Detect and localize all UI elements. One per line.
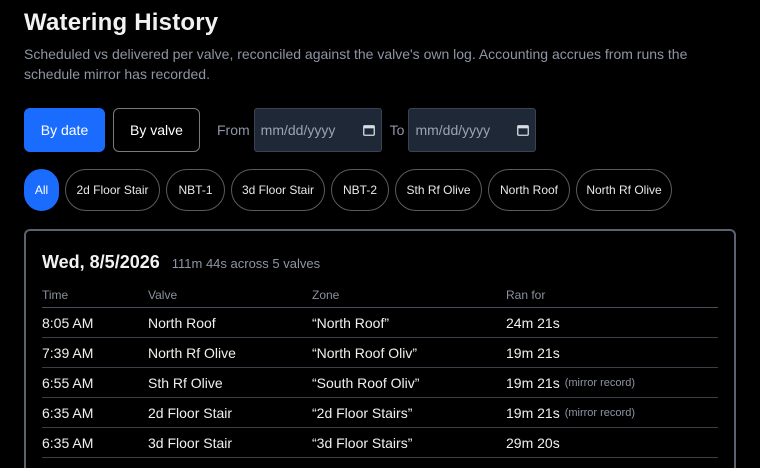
to-label: To [389, 122, 405, 138]
filter-chip-sth-rf-olive[interactable]: Sth Rf Olive [395, 169, 482, 211]
column-header-valve: Valve [148, 288, 178, 302]
day-header: Wed, 8/5/2026 111m 44s across 5 valves [42, 252, 320, 273]
row-time: 6:35 AM [42, 434, 94, 451]
by-date-button[interactable]: By date [24, 108, 105, 152]
page-title: Watering History [24, 9, 219, 36]
row-time: 6:35 AM [42, 404, 94, 421]
from-label: From [217, 122, 250, 138]
row-ran-for: 29m 20s [506, 428, 565, 457]
table-row: 6:35 AM 2d Floor Stair “2d Floor Stairs”… [42, 398, 718, 428]
row-valve: North Roof [148, 314, 216, 331]
row-duration: 24m 21s [506, 314, 560, 331]
row-note: (mirror record) [564, 406, 635, 419]
row-zone: “North Roof Oliv” [312, 344, 418, 361]
row-duration: 19m 21s [506, 404, 560, 421]
watering-table: Time Valve Zone Ran for 8:05 AM North Ro… [42, 283, 718, 458]
valve-filter-chips: All 2d Floor Stair NBT-1 3d Floor Stair … [24, 169, 678, 211]
row-time: 8:05 AM [42, 314, 94, 331]
row-ran-for: 19m 21s [506, 338, 565, 367]
row-duration: 19m 21s [506, 374, 560, 391]
column-header-ran-for: Ran for [506, 288, 546, 302]
row-duration: 19m 21s [506, 344, 560, 361]
column-header-zone: Zone [312, 288, 340, 302]
filter-chip-nbt-1[interactable]: NBT-1 [166, 169, 225, 211]
day-history-card: Wed, 8/5/2026 111m 44s across 5 valves T… [24, 229, 736, 468]
filter-chip-3d-floor-stair[interactable]: 3d Floor Stair [231, 169, 325, 211]
to-date-placeholder: mm/dd/yyyy [415, 122, 491, 138]
from-date-placeholder: mm/dd/yyyy [260, 122, 336, 138]
row-zone: “2d Floor Stairs” [312, 404, 413, 421]
calendar-icon[interactable] [517, 124, 530, 136]
row-ran-for: 19m 21s (mirror record) [506, 398, 635, 427]
row-valve: 3d Floor Stair [148, 434, 233, 451]
row-time: 6:55 AM [42, 374, 94, 391]
filter-chip-north-roof[interactable]: North Roof [488, 169, 570, 211]
to-date-input[interactable]: mm/dd/yyyy [408, 108, 537, 152]
row-time: 7:39 AM [42, 344, 94, 361]
table-row: 7:39 AM North Rf Olive “North Roof Oliv”… [42, 338, 718, 368]
table-row: 6:55 AM Sth Rf Olive “South Roof Oliv” 1… [42, 368, 718, 398]
row-note: (mirror record) [564, 376, 635, 389]
table-row: 8:05 AM North Roof “North Roof” 24m 21s [42, 308, 718, 338]
row-zone: “North Roof” [312, 314, 390, 331]
table-header-row: Time Valve Zone Ran for [42, 283, 718, 308]
row-duration: 29m 20s [506, 434, 560, 451]
day-date: Wed, 8/5/2026 [42, 252, 160, 272]
row-zone: “3d Floor Stairs” [312, 434, 413, 451]
filter-chip-north-rf-olive[interactable]: North Rf Olive [576, 169, 672, 211]
view-controls: By date By valve From mm/dd/yyyy To mm/d… [24, 108, 537, 152]
page-subtitle: Scheduled vs delivered per valve, reconc… [24, 46, 688, 82]
filter-chip-2d-floor-stair[interactable]: 2d Floor Stair [65, 169, 160, 211]
row-valve: North Rf Olive [148, 344, 236, 361]
row-zone: “South Roof Oliv” [312, 374, 420, 391]
row-ran-for: 19m 21s (mirror record) [506, 368, 635, 397]
row-ran-for: 24m 21s [506, 308, 565, 337]
column-header-time: Time [42, 288, 69, 302]
row-valve: Sth Rf Olive [148, 374, 223, 391]
row-valve: 2d Floor Stair [148, 404, 233, 421]
table-row: 6:35 AM 3d Floor Stair “3d Floor Stairs”… [42, 428, 718, 458]
filter-chip-nbt-2[interactable]: NBT-2 [331, 169, 389, 211]
from-date-input[interactable]: mm/dd/yyyy [253, 108, 382, 152]
filter-chip-all[interactable]: All [24, 169, 59, 211]
by-valve-button[interactable]: By valve [113, 108, 200, 152]
day-summary: 111m 44s across 5 valves [171, 256, 321, 271]
calendar-icon[interactable] [362, 124, 375, 136]
